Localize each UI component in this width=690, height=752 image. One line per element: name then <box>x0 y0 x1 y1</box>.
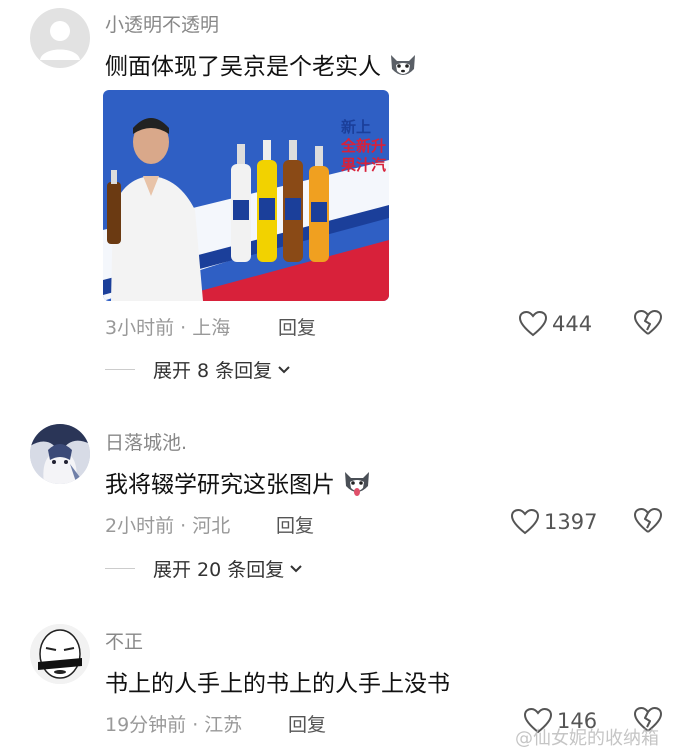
broken-heart-icon <box>634 310 662 335</box>
divider-line <box>105 369 135 370</box>
ad-slogan-line-1: 新上 <box>341 118 372 136</box>
divider-line <box>105 568 135 569</box>
like-count: 444 <box>552 312 593 336</box>
reply-button[interactable]: 回复 <box>278 313 316 340</box>
comment-text: 侧面体现了吴京是个老实人 <box>105 47 419 85</box>
comment-text: 我将辍学研究这张图片 <box>105 465 373 504</box>
comment-username[interactable]: 小透明不透明 <box>105 10 219 37</box>
expand-replies-label: 展开 20 条回复 <box>153 559 285 581</box>
chevron-down-icon <box>278 365 290 373</box>
ad-slogan-line-3: 果汁汽 <box>341 156 387 174</box>
heart-icon <box>510 508 540 535</box>
user-placeholder-icon <box>40 21 80 60</box>
like-count: 1397 <box>544 510 598 534</box>
expand-replies-button[interactable]: 展开 20 条回复 <box>105 555 304 582</box>
like-button[interactable]: 1397 <box>510 508 597 536</box>
reply-button[interactable]: 回复 <box>276 511 314 538</box>
comment-username[interactable]: 不正 <box>105 627 143 654</box>
expand-replies-label: 展开 8 条回复 <box>153 360 273 382</box>
comment-username[interactable]: 日落城池. <box>105 428 187 455</box>
husky-emoji-icon <box>387 51 419 85</box>
like-button[interactable]: 444 <box>518 310 592 338</box>
broken-heart-icon <box>634 508 662 533</box>
avatar-anime[interactable] <box>30 424 90 484</box>
comment-time-location: 19分钟前 · 江苏 <box>105 714 243 736</box>
ad-bottles <box>227 140 337 265</box>
chevron-down-icon <box>290 564 302 572</box>
avatar-meme[interactable] <box>30 624 90 684</box>
comment-text-content: 我将辍学研究这张图片 <box>105 472 335 498</box>
ad-slogan: 新上 全新升 果汁汽 <box>341 118 389 175</box>
anime-avatar-icon <box>30 424 90 484</box>
heart-icon <box>518 310 548 337</box>
meme-face-avatar-icon <box>30 624 90 684</box>
comment-time-location: 3小时前 · 上海 <box>105 317 231 339</box>
comment-text-content: 侧面体现了吴京是个老实人 <box>105 54 381 80</box>
bottle-group-icon <box>231 140 329 262</box>
comment-time-location: 2小时前 · 河北 <box>105 515 231 537</box>
comment-text: 书上的人手上的书上的人手上没书 <box>105 664 450 698</box>
dislike-button[interactable] <box>633 506 663 536</box>
comment-text-content: 书上的人手上的书上的人手上没书 <box>105 671 450 697</box>
ad-slogan-line-2: 全新升 <box>341 137 387 155</box>
attached-ad-image[interactable]: 新上 全新升 果汁汽 <box>103 90 389 301</box>
weibo-watermark: @仙女妮的收纳箱 <box>515 728 659 749</box>
expand-replies-button[interactable]: 展开 8 条回复 <box>105 356 292 383</box>
dislike-button[interactable] <box>633 308 663 338</box>
avatar-default[interactable] <box>30 8 90 68</box>
reply-button[interactable]: 回复 <box>288 710 326 737</box>
husky-tongue-emoji-icon <box>341 468 373 504</box>
